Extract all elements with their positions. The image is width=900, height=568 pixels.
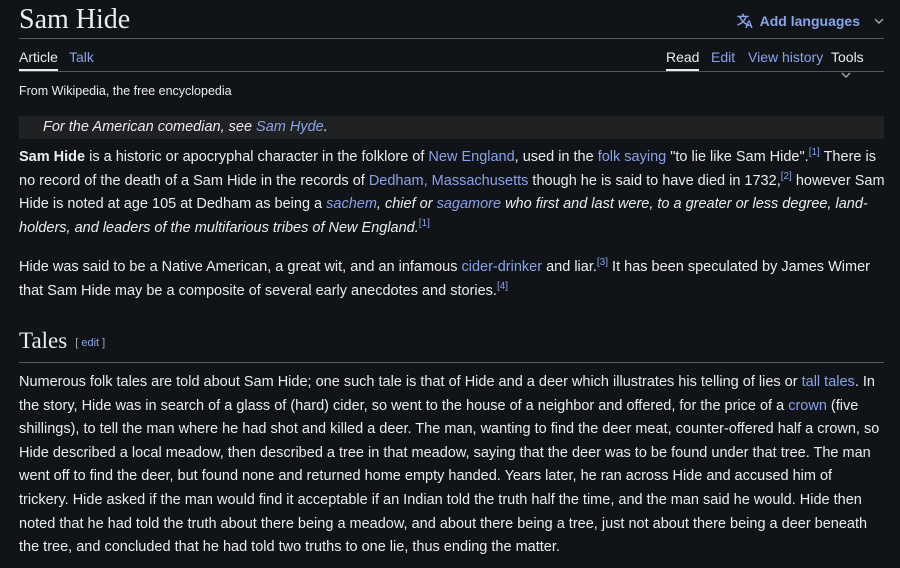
section-heading-tales: Tales [ edit ] [19, 328, 105, 354]
svg-text:A: A [745, 19, 753, 30]
reference-link[interactable]: [1] [419, 218, 430, 229]
tab-article[interactable]: Article [19, 49, 58, 71]
link-sachem[interactable]: sachem [326, 196, 377, 212]
tab-read[interactable]: Read [666, 49, 700, 71]
tab-view-history[interactable]: View history [748, 49, 823, 65]
tab-edit[interactable]: Edit [711, 49, 735, 65]
page-title: Sam Hide [19, 4, 131, 35]
translate-icon: 文 A [736, 12, 756, 30]
section-edit: [ edit ] [75, 337, 105, 349]
page-tabs: Article Talk Read Edit View history Tool… [19, 49, 884, 78]
tabs-divider [19, 71, 884, 72]
reference-link[interactable]: [2] [781, 171, 792, 182]
reference-link[interactable]: [1] [809, 147, 820, 158]
chevron-down-icon [841, 65, 851, 81]
link-crown[interactable]: crown [788, 398, 827, 414]
title-divider [19, 38, 884, 39]
text: Hide was said to be a Native American, a… [19, 259, 462, 275]
reference-link[interactable]: [3] [597, 257, 608, 268]
edit-bracket: ] [99, 336, 106, 349]
site-tagline: From Wikipedia, the free encyclopedia [19, 84, 232, 98]
link-cider-drinker[interactable]: cider-drinker [461, 259, 542, 275]
paragraph-tales: Numerous folk tales are told about Sam H… [19, 371, 885, 560]
link-dedham[interactable]: Dedham, Massachusetts [369, 173, 529, 189]
hatnote-link[interactable]: Sam Hyde [256, 119, 324, 135]
subject-name: Sam Hide [19, 149, 86, 165]
hatnote-suffix: . [323, 119, 328, 135]
section-heading-text: Tales [19, 328, 68, 353]
add-languages-label: Add languages [759, 13, 860, 29]
paragraph-intro: Sam Hide is a historic or apocryphal cha… [19, 146, 885, 240]
section-divider [19, 362, 884, 363]
text: , chief or [376, 196, 437, 213]
text: is a historic or apocryphal character in… [85, 149, 429, 165]
text: "to lie like Sam Hide". [666, 149, 809, 165]
paragraph-second: Hide was said to be a Native American, a… [19, 256, 885, 303]
link-sagamore[interactable]: sagamore [437, 196, 501, 212]
hatnote: For the American comedian, see Sam Hyde. [19, 116, 884, 139]
section-edit-link[interactable]: edit [81, 337, 99, 349]
tools-label: Tools [831, 49, 864, 65]
reference-link[interactable]: [4] [497, 281, 508, 292]
tools-menu[interactable]: Tools [831, 49, 884, 81]
link-folk-saying[interactable]: folk saying [598, 149, 667, 165]
tab-talk[interactable]: Talk [69, 49, 94, 65]
text: , used in the [514, 149, 598, 165]
chevron-down-icon[interactable] [874, 18, 884, 24]
text: (five shillings), to tell the man where … [19, 397, 880, 556]
link-tall-tales[interactable]: tall tales [802, 374, 855, 390]
text: though he is said to have died in 1732, [528, 172, 781, 189]
add-languages-button[interactable]: 文 A Add languages [736, 12, 884, 30]
hatnote-text: For the American comedian, see [43, 119, 257, 135]
text: and liar. [542, 259, 597, 275]
link-new-england[interactable]: New England [428, 149, 514, 165]
text: Numerous folk tales are told about Sam H… [19, 374, 802, 390]
